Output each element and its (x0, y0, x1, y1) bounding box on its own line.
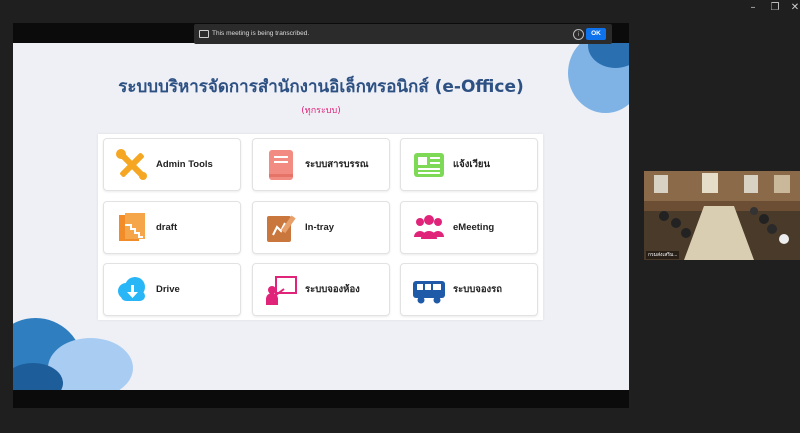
app-tile-circular[interactable]: แจ้งเวียน (400, 138, 538, 191)
intray-icon (267, 215, 296, 242)
app-tile-drive[interactable]: Drive (103, 263, 241, 316)
app-tile-room-booking[interactable]: ระบบจองห้อง (252, 263, 390, 316)
app-tile-admin-tools[interactable]: Admin Tools (103, 138, 241, 191)
app-label: ระบบจองห้อง (305, 284, 360, 295)
presenter-icon (266, 276, 297, 305)
slide-subtitle: (ทุกระบบ) (301, 106, 341, 116)
transcription-notice: This meeting is being transcribed. i OK (194, 24, 612, 44)
book-icon (269, 150, 293, 180)
meeting-room-image (644, 171, 800, 260)
app-label: In-tray (305, 222, 335, 233)
close-button[interactable]: ✕ (784, 0, 800, 16)
shared-screen: ระบบบริหารจัดการสำนักงานอิเล็กทรอนิกส์ (… (13, 23, 629, 408)
cloud-download-icon (118, 277, 145, 301)
app-tile-draft[interactable]: draft (103, 201, 241, 254)
app-label: ระบบสารบรรณ (305, 159, 369, 170)
app-label: แจ้งเวียน (453, 159, 490, 170)
draft-icon (119, 213, 145, 241)
app-label: ระบบจองรถ (453, 284, 503, 295)
slide-title: ระบบบริหารจัดการสำนักงานอิเล็กทรอนิกส์ (… (118, 77, 524, 97)
minimize-button[interactable]: – (742, 0, 764, 16)
app-tile-saraban[interactable]: ระบบสารบรรณ (252, 138, 390, 191)
tools-icon (116, 149, 147, 180)
app-tile-emeeting[interactable]: eMeeting (400, 201, 538, 254)
restore-button[interactable]: ❐ (764, 0, 786, 16)
ok-button[interactable]: OK (586, 28, 606, 40)
app-tile-car-booking[interactable]: ระบบจองรถ (400, 263, 538, 316)
meeting-icon (414, 215, 444, 239)
app-label: Admin Tools (156, 159, 213, 170)
participant-video[interactable]: กรมส่งเสริม... (644, 171, 800, 260)
app-grid: Admin Tools ระบบสารบรรณ แจ้งเวียน draft … (98, 134, 543, 320)
app-label: draft (156, 222, 178, 233)
presentation-slide: ระบบบริหารจัดการสำนักงานอิเล็กทรอนิกส์ (… (13, 43, 629, 390)
newspaper-icon (414, 153, 444, 177)
app-tile-intray[interactable]: In-tray (252, 201, 390, 254)
app-label: eMeeting (453, 222, 495, 233)
app-label: Drive (156, 284, 180, 295)
bus-icon (413, 281, 445, 304)
participant-name: กรมส่งเสริม... (646, 251, 680, 259)
info-icon[interactable]: i (573, 29, 584, 40)
notice-text: This meeting is being transcribed. (212, 30, 310, 37)
closed-caption-icon (199, 30, 209, 38)
